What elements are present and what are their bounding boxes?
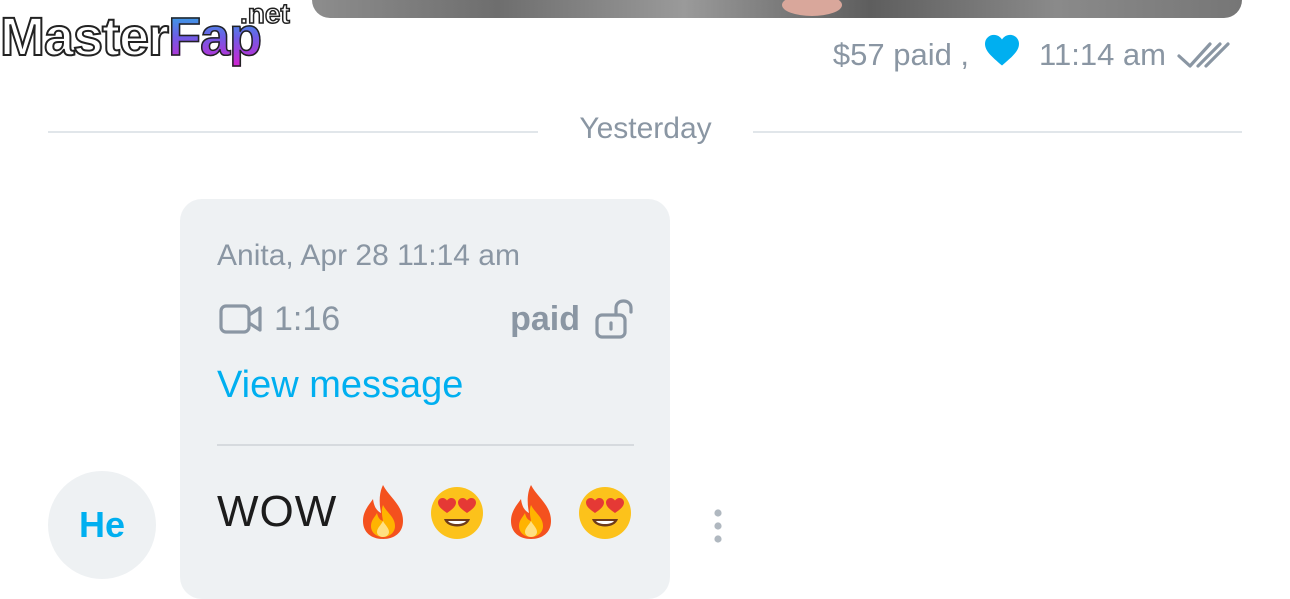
price-paid-text: $57 paid ,	[832, 37, 970, 72]
heart-icon[interactable]	[983, 33, 1021, 67]
date-divider-line-right	[753, 131, 1242, 133]
message-text: WOW	[217, 487, 338, 536]
message-time: 11:14 am	[1039, 37, 1166, 72]
view-message-link[interactable]: View message	[217, 364, 463, 407]
previous-media-preview[interactable]	[312, 0, 1242, 18]
incoming-message-bubble: Anita, Apr 28 11:14 am 1:16 paid View me…	[180, 199, 670, 599]
fire-emoji-icon	[363, 485, 404, 539]
avatar-initials: He	[78, 504, 126, 545]
avatar[interactable]: He	[48, 471, 156, 579]
unlocked-lock-icon	[595, 299, 633, 339]
heart-eyes-emoji-icon	[579, 487, 632, 539]
media-detail	[782, 0, 842, 16]
bubble-separator	[217, 444, 634, 446]
video-duration: 1:16	[274, 299, 341, 338]
sender-and-time: Anita, Apr 28 11:14 am	[217, 239, 520, 272]
video-attachment-row: 1:16 paid	[218, 296, 634, 342]
outgoing-message-meta: $57 paid , 11:14 am	[833, 32, 1232, 78]
paid-label: paid	[510, 299, 580, 338]
logo-tld: .net	[239, 0, 290, 30]
video-camera-icon	[219, 304, 262, 334]
date-divider-label: Yesterday	[579, 112, 712, 145]
date-divider-line-left	[48, 131, 538, 133]
logo-text-part1: Master	[0, 7, 170, 67]
more-options-icon[interactable]	[710, 508, 726, 544]
heart-eyes-emoji-icon	[431, 487, 484, 539]
message-text-row: WOW	[217, 483, 633, 541]
logo-text: MasterFap	[0, 7, 263, 67]
fire-emoji-icon	[511, 485, 552, 539]
double-check-icon	[1177, 42, 1230, 68]
watermark-logo: MasterFap .net	[0, 0, 305, 82]
